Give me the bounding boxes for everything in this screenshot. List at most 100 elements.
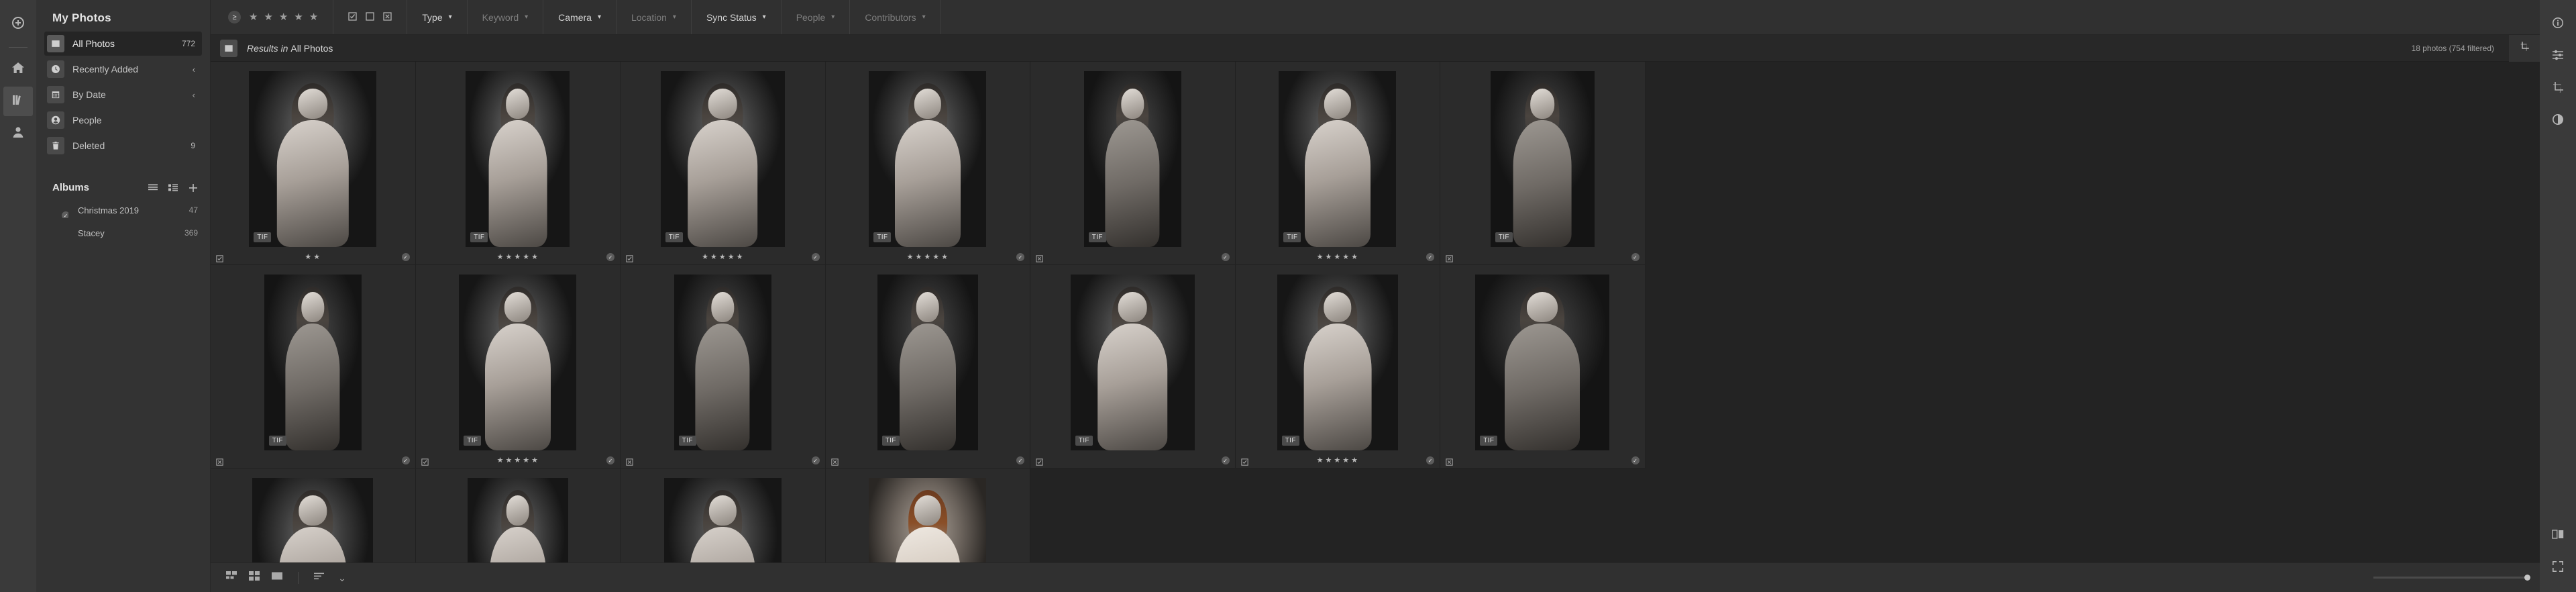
sidebar-item-people[interactable]: People xyxy=(44,108,202,132)
chevron-left-icon[interactable]: ‹ xyxy=(193,65,195,74)
photo-thumbnail[interactable]: TIF xyxy=(1440,265,1645,453)
photo-thumbnail[interactable]: TIF xyxy=(211,468,415,562)
filter-dropdown[interactable]: Camera ▾ xyxy=(558,12,601,23)
photo-thumbnail[interactable]: TIF xyxy=(621,468,825,562)
photo-rating[interactable]: ★ ★ ★ ★ ★ xyxy=(839,253,1017,261)
filter-people[interactable]: People ▾ xyxy=(782,0,851,34)
star-icon[interactable]: ★ xyxy=(941,253,948,261)
photo-cell[interactable]: TIF★★★★★✓ xyxy=(621,62,826,265)
star-icon[interactable]: ★ xyxy=(1325,253,1332,261)
rating-operator[interactable]: ≥ xyxy=(228,11,241,23)
star-icon[interactable]: ★ xyxy=(505,456,512,464)
photo-cell[interactable]: TIF★★★★★✓ xyxy=(621,468,826,562)
star-icon[interactable]: ★ xyxy=(523,456,529,464)
photo-thumbnail[interactable]: TIF xyxy=(826,468,1030,562)
photo-cell[interactable]: TIF ✓ xyxy=(1030,265,1236,468)
photo-thumbnail[interactable]: TIF xyxy=(1236,62,1440,250)
star-icon[interactable]: ★ xyxy=(1342,456,1349,464)
photo-thumbnail[interactable]: TIF xyxy=(416,265,621,453)
sidebar-item-by-date[interactable]: By Date ‹ xyxy=(44,83,202,107)
sort-button[interactable] xyxy=(308,568,331,588)
flag-checked-icon[interactable] xyxy=(216,254,223,262)
compare-button[interactable] xyxy=(2543,521,2573,550)
people-button[interactable] xyxy=(3,119,33,148)
photo-thumbnail[interactable]: TIF xyxy=(416,468,621,562)
photo-thumbnail[interactable]: TIF xyxy=(1030,265,1235,453)
photo-cell[interactable]: TIF ✓ xyxy=(1440,265,1646,468)
star-icon[interactable]: ★ xyxy=(1317,456,1324,464)
edit-panel-button[interactable] xyxy=(2543,42,2573,71)
star-icon[interactable]: ★ xyxy=(924,253,930,261)
zoom-slider-knob[interactable] xyxy=(2524,575,2530,581)
grid-view-button[interactable] xyxy=(243,568,266,588)
photo-cell[interactable]: TIF★★★★★✓ xyxy=(211,468,416,562)
sidebar-item-deleted[interactable]: Deleted 9 xyxy=(44,134,202,158)
star-icon[interactable]: ★ xyxy=(719,253,726,261)
filter-dropdown[interactable]: Sync Status ▾ xyxy=(706,12,766,23)
flag-checked-icon[interactable] xyxy=(1036,457,1043,466)
grid-view-icon[interactable] xyxy=(168,184,178,192)
album-row[interactable]: Stacey 369 xyxy=(36,221,210,244)
star-icon[interactable]: ★ xyxy=(1351,253,1358,261)
photo-rating[interactable]: ★ ★ ★ ★ ★ xyxy=(1248,253,1427,261)
star-icon[interactable]: ★ xyxy=(531,253,538,261)
star-icon[interactable]: ★ xyxy=(1342,253,1349,261)
filter-dropdown[interactable]: Contributors ▾ xyxy=(865,12,925,23)
filter-type[interactable]: Type ▾ xyxy=(407,0,468,34)
photo-cell[interactable]: TIF★★★★★✓ xyxy=(1235,62,1440,265)
photo-thumbnail[interactable]: TIF xyxy=(211,62,415,250)
zoom-slider[interactable] xyxy=(2373,575,2530,581)
photo-thumbnail[interactable]: TIF xyxy=(1440,62,1645,250)
star-icon[interactable]: ★ xyxy=(907,253,914,261)
star-icon[interactable]: ★ xyxy=(305,253,311,261)
library-button[interactable] xyxy=(3,87,33,116)
star-icon[interactable]: ★ xyxy=(1351,456,1358,464)
plus-icon[interactable] xyxy=(189,183,198,193)
rating-stars[interactable]: ★ ★ ★ ★ ★ xyxy=(249,12,318,22)
flag-checked-icon[interactable] xyxy=(1240,457,1248,466)
detail-view-button[interactable] xyxy=(220,568,243,588)
photo-thumbnail[interactable]: TIF xyxy=(211,265,415,453)
filter-location[interactable]: Location ▾ xyxy=(616,0,692,34)
star-icon[interactable]: ★ xyxy=(1334,253,1340,261)
filter-camera[interactable]: Camera ▾ xyxy=(543,0,616,34)
star-icon[interactable]: ★ xyxy=(1325,456,1332,464)
photo-cell[interactable]: TIF★★★★✓ xyxy=(825,468,1030,562)
star-icon[interactable]: ★ xyxy=(249,12,258,22)
photo-cell[interactable]: TIF ★ ★ ✓ xyxy=(211,62,416,265)
photo-thumbnail[interactable]: TIF xyxy=(1236,265,1440,453)
photo-thumbnail[interactable]: TIF xyxy=(1030,62,1235,250)
flag-checked-icon[interactable] xyxy=(348,11,357,23)
photo-cell[interactable]: TIF★★★★★✓ xyxy=(415,265,621,468)
filter-dropdown[interactable]: People ▾ xyxy=(796,12,835,23)
star-icon[interactable]: ★ xyxy=(505,253,512,261)
star-icon[interactable]: ★ xyxy=(531,456,538,464)
star-icon[interactable]: ★ xyxy=(514,456,521,464)
star-icon[interactable]: ★ xyxy=(710,253,717,261)
photo-thumbnail[interactable]: TIF xyxy=(416,62,621,250)
flag-rejected-icon[interactable] xyxy=(1446,254,1453,262)
photo-cell[interactable]: TIF ✓ xyxy=(211,265,416,468)
star-icon[interactable]: ★ xyxy=(497,456,504,464)
star-icon[interactable]: ★ xyxy=(728,253,735,261)
photo-rating[interactable]: ★ ★ ★ ★ ★ xyxy=(1248,456,1427,464)
star-icon[interactable]: ★ xyxy=(309,12,318,22)
filter-keyword[interactable]: Keyword ▾ xyxy=(468,0,544,34)
photo-rating[interactable]: ★ ★ ★ ★ ★ xyxy=(429,253,607,261)
crop-panel-button[interactable] xyxy=(2543,74,2573,103)
photo-rating[interactable]: ★ ★ ★ ★ ★ xyxy=(633,253,812,261)
filter-dropdown[interactable]: Type ▾ xyxy=(422,12,451,23)
presets-panel-button[interactable] xyxy=(2543,106,2573,136)
flag-rejected-icon[interactable] xyxy=(626,457,633,466)
photo-cell[interactable]: TIF ✓ xyxy=(1440,62,1646,265)
star-icon[interactable]: ★ xyxy=(514,253,521,261)
star-icon[interactable]: ★ xyxy=(1334,456,1340,464)
star-icon[interactable]: ★ xyxy=(264,12,272,22)
sidebar-item-all-photos[interactable]: All Photos 772 xyxy=(44,32,202,56)
star-icon[interactable]: ★ xyxy=(915,253,922,261)
album-row[interactable]: ✓ Christmas 2019 47 xyxy=(36,199,210,221)
star-icon[interactable]: ★ xyxy=(737,253,743,261)
flag-rejected-icon[interactable] xyxy=(383,11,392,23)
rating-filter[interactable]: ≥ ★ ★ ★ ★ ★ xyxy=(211,0,334,34)
flag-rejected-icon[interactable] xyxy=(830,457,839,466)
